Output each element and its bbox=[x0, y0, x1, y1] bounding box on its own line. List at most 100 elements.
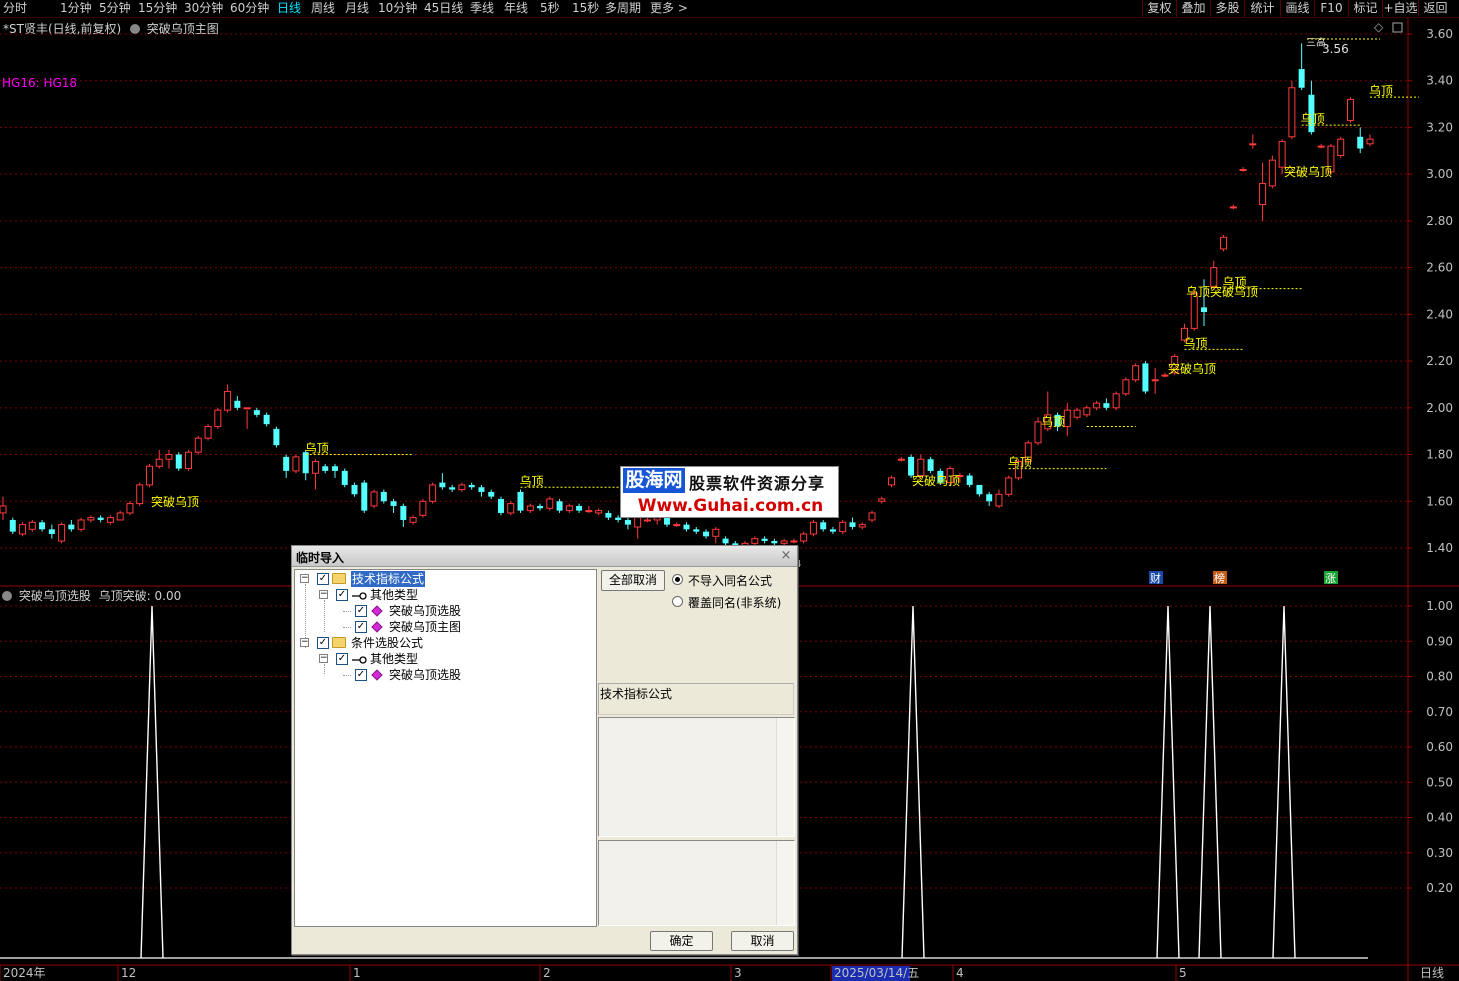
temporary-import-dialog[interactable]: 临时导入 × − ✓ 技术指标公式 − ✓ 其他类型 ✓ 突破乌顶选股 ✓ 突破乌顶主图 − ✓ 条件选… bbox=[291, 545, 798, 955]
candle-body-up bbox=[526, 505, 534, 512]
tree-expander-4[interactable]: − bbox=[300, 638, 309, 647]
candle-body-down bbox=[722, 538, 729, 544]
candle-body-up bbox=[214, 409, 222, 428]
toolbar-button-5[interactable]: F10 bbox=[1314, 0, 1348, 17]
sub-tick-label: 0.60 bbox=[1426, 740, 1453, 754]
tree-checkbox-6[interactable]: ✓ bbox=[355, 669, 367, 681]
candle-body-up bbox=[839, 521, 847, 533]
period-tab-4[interactable]: 30分钟 bbox=[184, 0, 223, 17]
radio-overwrite-same-name[interactable] bbox=[672, 596, 683, 607]
candle-body-down bbox=[556, 501, 563, 511]
period-tab-9[interactable]: 10分钟 bbox=[378, 0, 417, 17]
candle-body-up bbox=[58, 524, 66, 542]
candle-body-up bbox=[1210, 267, 1218, 287]
hg-label: 乌顶 bbox=[305, 441, 329, 456]
tree-item-label[interactable]: 条件选股公式 bbox=[351, 635, 423, 651]
period-tab-6[interactable]: 日线 bbox=[277, 0, 301, 17]
candle-body-up bbox=[224, 390, 232, 411]
price-tick-label: 2.60 bbox=[1426, 261, 1453, 275]
toolbar-button-6[interactable]: 标记 bbox=[1348, 0, 1382, 17]
candle-body-up bbox=[165, 454, 173, 460]
tree-checkbox-2[interactable]: ✓ bbox=[355, 605, 367, 617]
candle-body-down bbox=[829, 529, 836, 532]
period-tab-3[interactable]: 15分钟 bbox=[138, 0, 177, 17]
candle-body-up bbox=[19, 524, 27, 535]
price-tick-label: 1.80 bbox=[1426, 448, 1453, 462]
period-tab-16[interactable]: 更多 > bbox=[650, 0, 688, 17]
limit-tag: 涨 bbox=[1325, 572, 1336, 585]
radio-overwrite-same-name-label[interactable]: 覆盖同名(非系统) bbox=[688, 594, 781, 611]
period-tab-5[interactable]: 60分钟 bbox=[230, 0, 269, 17]
candle-body-up bbox=[1083, 407, 1091, 416]
toolbar-button-7[interactable]: +自选 bbox=[1382, 0, 1418, 17]
period-tab-15[interactable]: 多周期 bbox=[605, 0, 641, 17]
period-tab-12[interactable]: 年线 bbox=[504, 0, 528, 17]
period-tab-1[interactable]: 1分钟 bbox=[60, 0, 92, 17]
tree-checkbox-1[interactable]: ✓ bbox=[336, 589, 348, 601]
toolbar-button-0[interactable]: 复权 bbox=[1142, 0, 1176, 17]
period-tab-14[interactable]: 15秒 bbox=[572, 0, 599, 17]
tree-item-label[interactable]: 技术指标公式 bbox=[351, 571, 426, 587]
candle-body-down bbox=[1103, 403, 1110, 408]
tree-checkbox-4[interactable]: ✓ bbox=[317, 637, 329, 649]
candle-body-down bbox=[771, 540, 778, 544]
formula-description-panel[interactable] bbox=[598, 717, 795, 837]
candle-body-up bbox=[1239, 169, 1247, 172]
radio-skip-same-name[interactable] bbox=[672, 574, 683, 585]
formula-params-panel[interactable] bbox=[598, 840, 795, 926]
dialog-titlebar[interactable]: 临时导入 × bbox=[292, 546, 797, 567]
candle-body-down bbox=[331, 466, 338, 471]
tree-checkbox-5[interactable]: ✓ bbox=[336, 653, 348, 665]
tree-item-label[interactable]: 其他类型 bbox=[370, 651, 418, 667]
hg-label: 乌顶 bbox=[1008, 455, 1032, 470]
candle-body-up bbox=[809, 521, 817, 535]
candle-body-up bbox=[292, 456, 300, 472]
tree-expander-5[interactable]: − bbox=[319, 654, 328, 663]
tree-expander-0[interactable]: − bbox=[300, 574, 309, 583]
description-scrollbar[interactable] bbox=[776, 718, 794, 836]
diamond-icon: ◇ bbox=[1374, 20, 1384, 34]
period-tab-10[interactable]: 45日线 bbox=[424, 0, 463, 17]
price-tick-label: 1.60 bbox=[1426, 494, 1453, 508]
period-tab-2[interactable]: 5分钟 bbox=[99, 0, 131, 17]
candle-body-down bbox=[908, 456, 915, 476]
hg-label: 乌顶 bbox=[1301, 111, 1325, 126]
cancel-all-button[interactable]: 全部取消 bbox=[601, 570, 665, 591]
tree-checkbox-3[interactable]: ✓ bbox=[355, 621, 367, 633]
period-tab-8[interactable]: 月线 bbox=[345, 0, 369, 17]
ok-button[interactable]: 确定 bbox=[650, 931, 713, 951]
tree-expander-1[interactable]: − bbox=[319, 590, 328, 599]
cancel-button[interactable]: 取消 bbox=[731, 931, 794, 951]
candle-body-down bbox=[517, 491, 524, 511]
candle-body-up bbox=[800, 533, 808, 542]
tree-item-label[interactable]: 突破乌顶选股 bbox=[389, 603, 461, 619]
tree-checkbox-0[interactable]: ✓ bbox=[317, 573, 329, 585]
candle-body-up bbox=[136, 484, 144, 505]
key-icon bbox=[351, 654, 367, 664]
candle-body-up bbox=[87, 517, 95, 521]
period-tab-13[interactable]: 5秒 bbox=[540, 0, 560, 17]
period-tab-7[interactable]: 周线 bbox=[311, 0, 335, 17]
radio-skip-same-name-label[interactable]: 不导入同名公式 bbox=[688, 572, 772, 589]
close-icon[interactable]: × bbox=[779, 549, 793, 563]
toolbar-button-2[interactable]: 多股 bbox=[1210, 0, 1244, 17]
candle-body-down bbox=[283, 456, 290, 471]
params-scrollbar[interactable] bbox=[776, 841, 794, 925]
toolbar-button-1[interactable]: 叠加 bbox=[1176, 0, 1210, 17]
hg-label: 乌顶 bbox=[1183, 335, 1207, 350]
period-tab-0[interactable]: 分时 bbox=[3, 0, 27, 17]
toolbar-button-3[interactable]: 统计 bbox=[1244, 0, 1280, 17]
tree-item-label[interactable]: 其他类型 bbox=[370, 587, 418, 603]
candle-body-up bbox=[546, 498, 554, 509]
formula-tree[interactable]: − ✓ 技术指标公式 − ✓ 其他类型 ✓ 突破乌顶选股 ✓ 突破乌顶主图 − ✓ 条件选股公式 − ✓ 其他… bbox=[294, 569, 597, 927]
x-label-3: 2 bbox=[543, 966, 551, 980]
candle-body-down bbox=[966, 475, 973, 485]
panel-toggle-icon bbox=[1392, 22, 1403, 33]
candle-body-up bbox=[1132, 365, 1140, 381]
tree-item-label[interactable]: 突破乌顶选股 bbox=[389, 667, 461, 683]
tree-item-label[interactable]: 突破乌顶主图 bbox=[389, 619, 461, 635]
price-tick-label: 2.20 bbox=[1426, 354, 1453, 368]
toolbar-button-4[interactable]: 画线 bbox=[1280, 0, 1314, 17]
toolbar-button-8[interactable]: 返回 bbox=[1418, 0, 1452, 17]
period-tab-11[interactable]: 季线 bbox=[470, 0, 494, 17]
